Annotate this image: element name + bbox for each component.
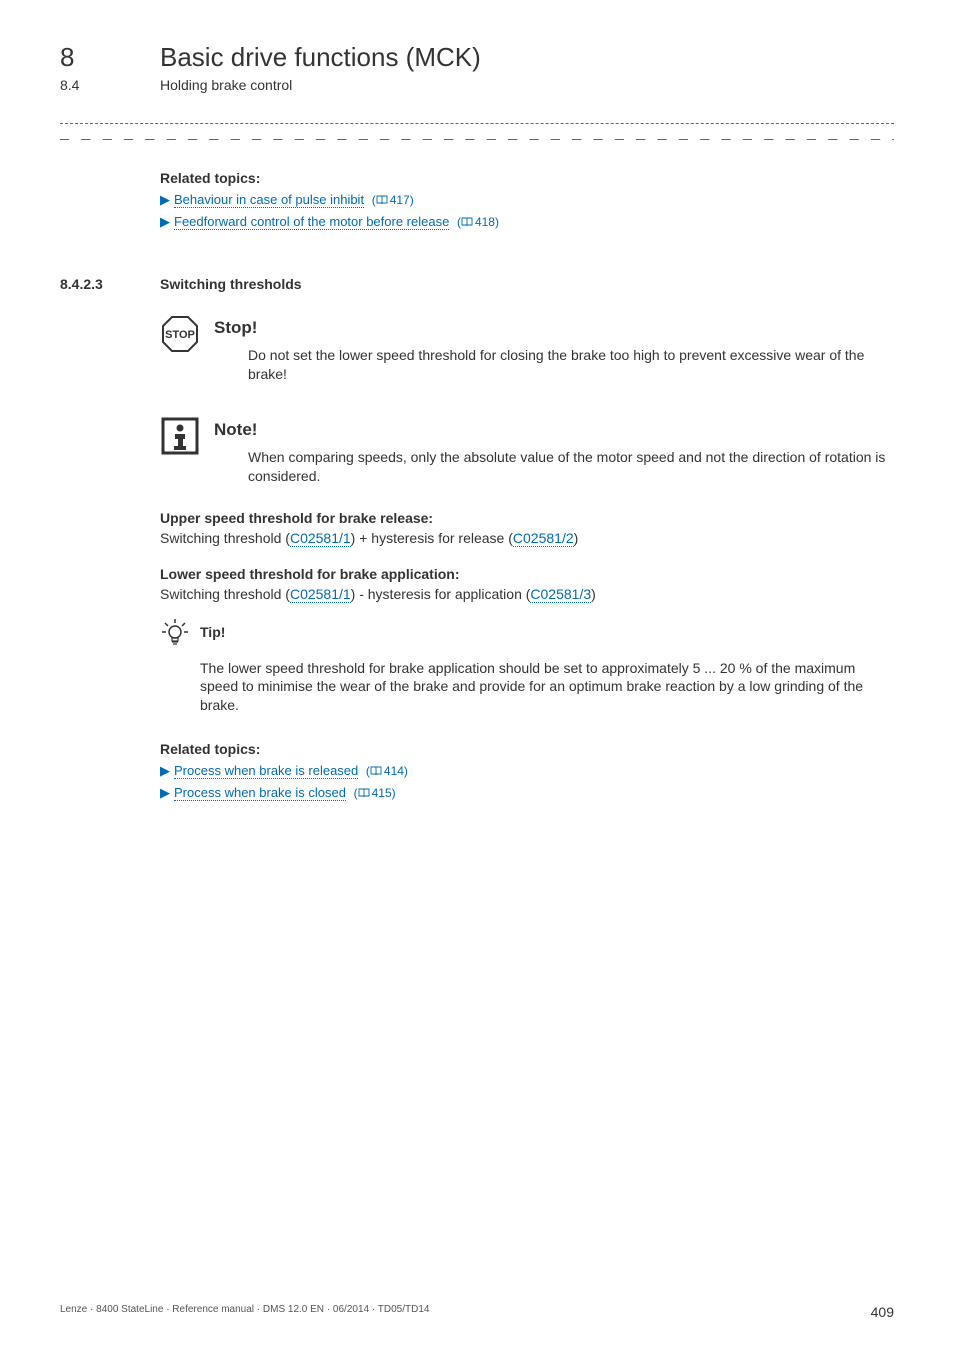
section-number: 8.4 — [60, 77, 160, 93]
tip-icon — [160, 618, 194, 653]
page-number: 418 — [475, 215, 495, 229]
arrow-icon: ▶ — [160, 763, 170, 778]
stop-text: Do not set the lower speed threshold for… — [248, 346, 894, 384]
link-c02581-1[interactable]: C02581/1 — [290, 586, 351, 603]
link-c02581-2[interactable]: C02581/2 — [513, 530, 574, 547]
tip-text: The lower speed threshold for brake appl… — [200, 659, 894, 716]
footer-text: Lenze · 8400 StateLine · Reference manua… — [60, 1304, 429, 1320]
upper-heading: Upper speed threshold for brake release: — [160, 510, 894, 526]
note-title: Note! — [214, 420, 894, 440]
book-icon — [376, 194, 388, 208]
lower-text: Switching threshold (C02581/1) - hystere… — [160, 586, 894, 602]
upper-text: Switching threshold (C02581/1) + hystere… — [160, 530, 894, 546]
arrow-icon: ▶ — [160, 785, 170, 800]
text: ) + hysteresis for release ( — [351, 530, 513, 546]
link-process-brake-released[interactable]: Process when brake is released — [174, 763, 358, 779]
link-process-brake-closed[interactable]: Process when brake is closed — [174, 785, 346, 801]
page-number: 417 — [390, 193, 410, 207]
subsection-number: 8.4.2.3 — [60, 276, 160, 292]
link-behaviour-pulse-inhibit[interactable]: Behaviour in case of pulse inhibit — [174, 192, 364, 208]
tip-title: Tip! — [200, 624, 225, 640]
page-reference[interactable]: (415) — [354, 786, 396, 800]
list-item: ▶ Process when brake is released (414) — [160, 763, 894, 779]
text: ) - hysteresis for application ( — [351, 586, 531, 602]
text: Switching threshold ( — [160, 586, 290, 602]
text: ) — [591, 586, 596, 602]
link-feedforward-control[interactable]: Feedforward control of the motor before … — [174, 214, 449, 230]
text: Switching threshold ( — [160, 530, 290, 546]
page-reference[interactable]: (418) — [457, 215, 499, 229]
related-heading: Related topics: — [160, 741, 894, 757]
section-title: Holding brake control — [160, 77, 292, 93]
svg-text:STOP: STOP — [165, 329, 195, 341]
related-heading: Related topics: — [160, 170, 894, 186]
list-item: ▶ Feedforward control of the motor before… — [160, 214, 894, 230]
list-item: ▶ Behaviour in case of pulse inhibit (417… — [160, 192, 894, 208]
lower-heading: Lower speed threshold for brake applicat… — [160, 566, 894, 582]
list-item: ▶ Process when brake is closed (415) — [160, 785, 894, 801]
stop-title: Stop! — [214, 318, 894, 338]
book-icon — [370, 765, 382, 779]
horizontal-rule: _ _ _ _ _ _ _ _ _ _ _ _ _ _ _ _ _ _ _ _ … — [60, 123, 894, 142]
arrow-icon: ▶ — [160, 192, 170, 207]
book-icon — [358, 787, 370, 801]
note-icon — [160, 416, 200, 461]
chapter-number: 8 — [60, 42, 160, 73]
arrow-icon: ▶ — [160, 214, 170, 229]
link-c02581-1[interactable]: C02581/1 — [290, 530, 351, 547]
page-number: 414 — [384, 764, 404, 778]
chapter-title: Basic drive functions (MCK) — [160, 42, 481, 73]
book-icon — [461, 216, 473, 230]
page-number: 415 — [372, 786, 392, 800]
page-reference[interactable]: (414) — [366, 764, 408, 778]
stop-icon: STOP — [160, 314, 200, 359]
page-reference[interactable]: (417) — [372, 193, 414, 207]
page-number: 409 — [871, 1304, 894, 1320]
text: ) — [574, 530, 579, 546]
note-text: When comparing speeds, only the absolute… — [248, 448, 894, 486]
link-c02581-3[interactable]: C02581/3 — [530, 586, 591, 603]
subsection-title: Switching thresholds — [160, 276, 302, 292]
